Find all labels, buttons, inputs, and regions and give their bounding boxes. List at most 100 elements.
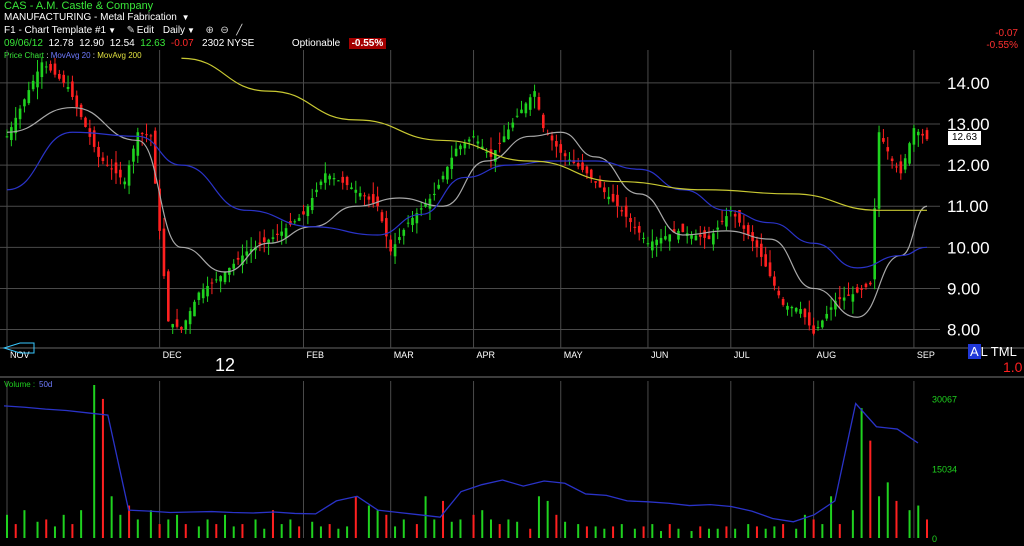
volume-bar: [367, 505, 370, 538]
price-chart[interactable]: 8.009.0010.0011.0012.0013.0014.00 NOV DEC…: [0, 0, 1024, 546]
volume-bar: [908, 510, 911, 538]
candle-body: [293, 221, 297, 223]
candle-body: [576, 163, 580, 167]
volume-bar: [354, 496, 357, 538]
volume-bar: [232, 526, 235, 538]
candle-body: [44, 66, 48, 68]
candle-body: [105, 164, 109, 166]
candle-body: [616, 194, 619, 207]
volume-bar: [516, 521, 519, 538]
volume-bar: [773, 526, 776, 538]
candle-body: [485, 151, 488, 153]
candle-body: [123, 181, 127, 185]
volume-bar: [699, 526, 702, 538]
candle-body: [786, 305, 789, 310]
volume-bar: [564, 521, 567, 538]
month-label: MAR: [394, 350, 415, 360]
candle-body: [860, 288, 863, 290]
ma-20-line: [6, 106, 928, 318]
candle-body: [419, 208, 423, 210]
candle-body: [603, 187, 606, 193]
candle-body: [53, 63, 57, 75]
volume-bar: [184, 524, 187, 538]
candle-body: [895, 166, 898, 168]
candle-body: [406, 222, 410, 224]
volume-bar: [311, 521, 314, 538]
candle-body: [620, 210, 624, 212]
volume-bar: [71, 524, 74, 538]
last-price-tag: 12.63: [948, 131, 981, 145]
candle-body: [337, 180, 340, 182]
volume-bar: [926, 519, 928, 538]
volume-ma-label: 50d: [39, 380, 52, 389]
candle-body: [402, 229, 406, 236]
candle-body: [446, 166, 449, 180]
candle-body: [611, 193, 615, 202]
volume-bar: [289, 519, 292, 538]
volume-bar: [415, 524, 418, 538]
candle-body: [864, 283, 868, 288]
candle-body: [799, 309, 802, 314]
candle-body: [773, 276, 776, 286]
candle-body: [555, 141, 558, 147]
candle-body: [149, 135, 153, 137]
alert-tml-text: L TML: [980, 344, 1017, 359]
volume-bar: [677, 528, 680, 538]
candle-body: [768, 262, 772, 277]
candle-body: [162, 228, 166, 277]
candle-body: [781, 299, 785, 305]
volume-bar: [716, 528, 719, 538]
month-label: JUN: [651, 350, 669, 360]
candle-body: [537, 97, 541, 110]
alert-a: A: [968, 344, 981, 359]
candle-body: [520, 109, 523, 114]
month-label: AUG: [817, 350, 837, 360]
alert-tml[interactable]: AL TML: [968, 344, 1017, 359]
volume-bar: [690, 531, 693, 538]
candle-body: [367, 196, 371, 200]
volume-bar: [489, 519, 492, 538]
candle-body: [637, 226, 641, 233]
candle-body: [276, 233, 279, 235]
candle-body: [271, 237, 275, 239]
candle-body: [110, 168, 113, 170]
volume-bar: [101, 398, 104, 538]
candle-body: [393, 244, 397, 257]
candle-body: [332, 178, 336, 180]
candle-body: [681, 223, 685, 233]
volume-bar: [337, 528, 340, 538]
volume-bar: [642, 526, 645, 538]
ma-200-line: [181, 57, 927, 211]
candle-body: [925, 130, 929, 140]
price-tick-label: 9.00: [947, 279, 980, 298]
volume-bar: [176, 514, 179, 538]
candle-body: [428, 198, 432, 209]
date-axis: NOV DEC FEB MAR APR MAY JUN JUL AUG SEP: [10, 350, 935, 360]
alert-tml-value: 1.0: [1003, 359, 1023, 375]
candle-body: [201, 289, 205, 299]
candle-body: [132, 148, 135, 162]
candle-body: [345, 176, 349, 186]
candle-body: [206, 285, 209, 297]
volume-bar: [298, 526, 301, 538]
candle-body: [829, 307, 833, 310]
candle-body: [223, 272, 227, 283]
moving-averages: [6, 57, 928, 318]
candle-body: [677, 230, 680, 240]
month-label: NOV: [10, 350, 30, 360]
candle-body: [467, 139, 471, 142]
volume-bar: [149, 510, 152, 538]
price-tick-label: 10.00: [947, 238, 990, 257]
candle-body: [502, 136, 506, 143]
candle-body: [10, 127, 13, 141]
candle-body: [441, 175, 445, 180]
candle-body: [507, 129, 510, 140]
candle-body: [411, 217, 414, 226]
candle-body: [341, 176, 345, 183]
candle-body: [140, 133, 144, 135]
candle-body: [27, 90, 31, 104]
candle-body: [297, 217, 301, 221]
candle-body: [624, 205, 628, 217]
candle-body: [515, 115, 519, 117]
volume-bar: [328, 524, 331, 538]
